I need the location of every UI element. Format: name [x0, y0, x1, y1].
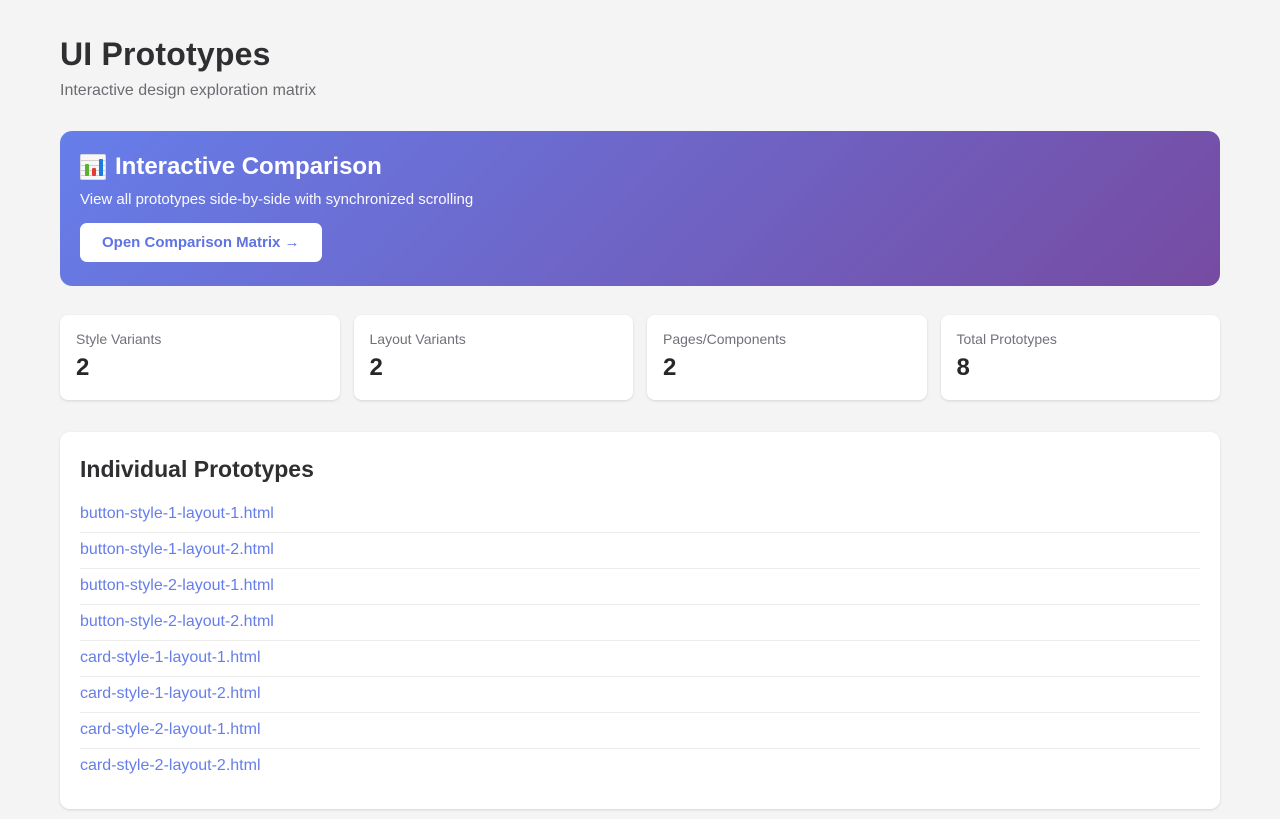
prototype-link[interactable]: button-style-1-layout-1.html [80, 505, 274, 522]
interactive-comparison-banner: Interactive Comparison View all prototyp… [60, 131, 1220, 286]
stat-card-layout-variants: Layout Variants 2 [354, 315, 634, 400]
stat-value: 2 [370, 354, 618, 382]
banner-title-text: Interactive Comparison [115, 153, 382, 181]
prototype-link[interactable]: button-style-1-layout-2.html [80, 541, 274, 558]
stat-value: 2 [76, 354, 324, 382]
page-subtitle: Interactive design exploration matrix [60, 82, 1220, 100]
list-item: card-style-1-layout-2.html [80, 677, 1200, 713]
prototype-link[interactable]: button-style-2-layout-1.html [80, 577, 274, 594]
list-item: card-style-2-layout-2.html [80, 749, 1200, 784]
page-title: UI Prototypes [60, 36, 1220, 73]
stat-card-style-variants: Style Variants 2 [60, 315, 340, 400]
list-item: button-style-1-layout-1.html [80, 497, 1200, 533]
stat-label: Style Variants [76, 331, 324, 347]
list-item: card-style-2-layout-1.html [80, 713, 1200, 749]
list-item: button-style-2-layout-2.html [80, 605, 1200, 641]
prototype-link[interactable]: card-style-2-layout-2.html [80, 757, 261, 774]
stat-card-pages-components: Pages/Components 2 [647, 315, 927, 400]
banner-description: View all prototypes side-by-side with sy… [80, 191, 1200, 208]
page-container: UI Prototypes Interactive design explora… [60, 0, 1220, 809]
list-item: card-style-1-layout-1.html [80, 641, 1200, 677]
stat-label: Layout Variants [370, 331, 618, 347]
open-comparison-matrix-button[interactable]: Open Comparison Matrix → [80, 223, 322, 262]
prototype-file-list: button-style-1-layout-1.html button-styl… [80, 497, 1200, 784]
list-item: button-style-2-layout-1.html [80, 569, 1200, 605]
stat-card-total-prototypes: Total Prototypes 8 [941, 315, 1221, 400]
individual-prototypes-heading: Individual Prototypes [80, 456, 1200, 483]
individual-prototypes-card: Individual Prototypes button-style-1-lay… [60, 432, 1220, 809]
prototype-link[interactable]: button-style-2-layout-2.html [80, 613, 274, 630]
prototype-link[interactable]: card-style-1-layout-2.html [80, 685, 261, 702]
banner-title: Interactive Comparison [80, 153, 1200, 181]
stat-label: Total Prototypes [957, 331, 1205, 347]
prototype-link[interactable]: card-style-1-layout-1.html [80, 649, 261, 666]
list-item: button-style-1-layout-2.html [80, 533, 1200, 569]
stat-value: 2 [663, 354, 911, 382]
prototype-link[interactable]: card-style-2-layout-1.html [80, 721, 261, 738]
stat-label: Pages/Components [663, 331, 911, 347]
bar-chart-icon [80, 154, 106, 180]
stats-row: Style Variants 2 Layout Variants 2 Pages… [60, 315, 1220, 400]
stat-value: 8 [957, 354, 1205, 382]
